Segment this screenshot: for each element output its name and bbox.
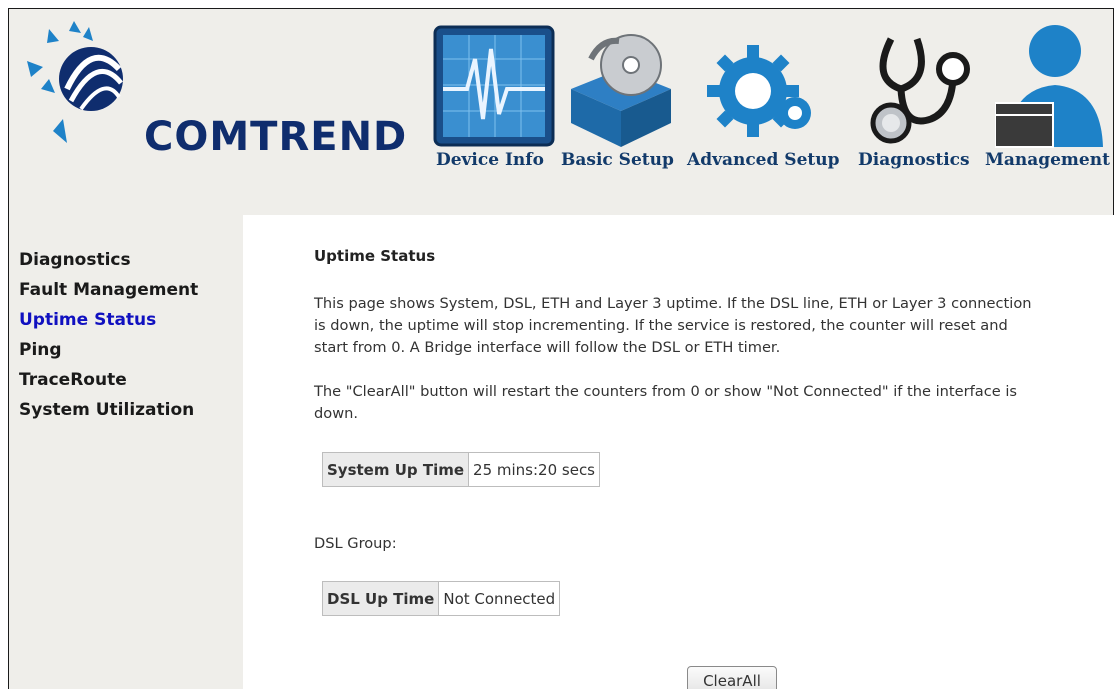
logo-mark-icon [27, 21, 123, 143]
nav-basic-setup[interactable]: Basic Setup [561, 150, 674, 170]
page-frame: COMTREND Device Info Basic Setup Advance… [8, 8, 1115, 689]
sidebar-item-system-utilization[interactable]: System Utilization [19, 395, 239, 425]
sidebar-item-uptime-status[interactable]: Uptime Status [19, 305, 239, 335]
diagnostics-icon[interactable] [861, 19, 981, 149]
dsl-uptime-value: Not Connected [438, 581, 561, 616]
nav-advanced-setup[interactable]: Advanced Setup [687, 150, 840, 170]
dsl-group-label: DSL Group: [314, 535, 397, 552]
page-title: Uptime Status [314, 247, 436, 265]
sidebar-item-fault-management[interactable]: Fault Management [19, 275, 239, 305]
main-content: Uptime Status This page shows System, DS… [243, 215, 1115, 689]
nav-diagnostics[interactable]: Diagnostics [858, 150, 970, 170]
management-icon[interactable] [994, 19, 1115, 149]
basic-setup-icon[interactable] [561, 19, 681, 149]
dsl-uptime-label: DSL Up Time [321, 581, 440, 616]
sidebar-item-diagnostics[interactable]: Diagnostics [19, 245, 239, 275]
sidebar-item-ping[interactable]: Ping [19, 335, 239, 365]
system-uptime-label: System Up Time [321, 452, 470, 487]
system-uptime-table: System Up Time 25 mins:20 secs [321, 452, 601, 487]
advanced-setup-icon[interactable] [699, 19, 819, 149]
comtrend-logo: COMTREND [19, 19, 429, 160]
sidebar: Diagnostics Fault Management Uptime Stat… [19, 245, 239, 425]
system-uptime-value: 25 mins:20 secs [468, 452, 601, 487]
clearall-button[interactable]: ClearAll [687, 666, 777, 689]
nav-management[interactable]: Management [985, 150, 1110, 170]
nav-device-info[interactable]: Device Info [436, 150, 544, 170]
brand-name: COMTREND [144, 114, 408, 160]
clearall-description: The "ClearAll" button will restart the c… [314, 383, 1017, 422]
sidebar-item-traceroute[interactable]: TraceRoute [19, 365, 239, 395]
description-paragraph: This page shows System, DSL, ETH and Lay… [314, 295, 1032, 356]
device-info-icon[interactable] [433, 19, 557, 149]
header: COMTREND Device Info Basic Setup Advance… [9, 9, 1113, 214]
dsl-uptime-table: DSL Up Time Not Connected [321, 581, 561, 616]
